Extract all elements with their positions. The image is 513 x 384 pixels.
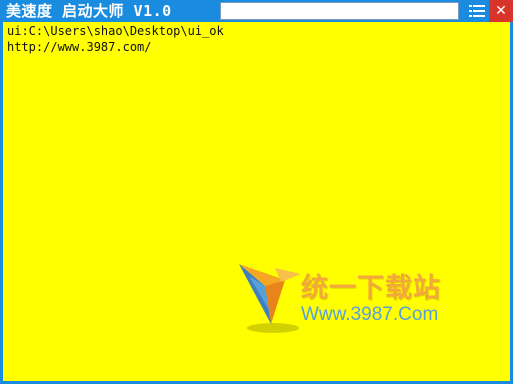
close-icon: ✕ [495, 3, 507, 19]
watermark-logo-icon [239, 264, 301, 333]
menu-button[interactable] [466, 0, 488, 22]
app-window: 美速度 启动大师 V1.0 ✕ ui:C:\Users\shao\Desktop… [0, 0, 513, 384]
watermark: 统一下载站 Www.3987.Com [235, 258, 475, 338]
close-button[interactable]: ✕ [489, 0, 513, 22]
watermark-brand-cn: 统一下载站 [301, 273, 441, 304]
output-line-url: http://www.3987.com/ [7, 40, 152, 54]
list-icon [469, 5, 485, 17]
title-bar[interactable]: 美速度 启动大师 V1.0 ✕ [0, 0, 513, 22]
window-title: 美速度 启动大师 V1.0 [6, 2, 172, 20]
output-area[interactable]: ui:C:\Users\shao\Desktop\ui_ok http://ww… [7, 23, 507, 55]
watermark-brand-url: Www.3987.Com [301, 304, 439, 325]
output-line-path: ui:C:\Users\shao\Desktop\ui_ok [7, 24, 224, 38]
search-input[interactable] [220, 2, 459, 20]
